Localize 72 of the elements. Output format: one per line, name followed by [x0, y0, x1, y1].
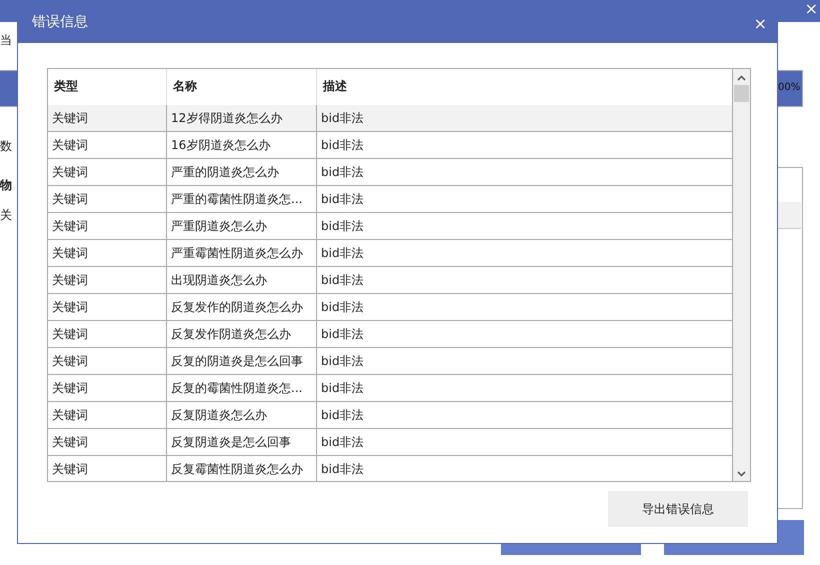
table-row[interactable]: 关键词 12岁得阴道炎怎么办 bid非法 [48, 105, 732, 132]
table-row[interactable]: 关键词 16岁阴道炎怎么办 bid非法 [48, 132, 732, 159]
table-row[interactable]: 关键词 严重阴道炎怎么办 bid非法 [48, 213, 732, 240]
table-cell: 12岁得阴道炎怎么办 [167, 105, 317, 131]
table-cell: 关键词 [48, 213, 167, 239]
table-row[interactable]: 关键词 反复发作阴道炎怎么办 bid非法 [48, 321, 732, 348]
column-header: 名称 [167, 69, 317, 104]
table-row[interactable]: 关键词 严重的阴道炎怎么办 bid非法 [48, 159, 732, 186]
close-button[interactable]: × [754, 15, 767, 33]
table-cell: 关键词 [48, 267, 167, 293]
table-row[interactable]: 关键词 严重霉菌性阴道炎怎么办 bid非法 [48, 240, 732, 267]
table-cell: 反复阴道炎是怎么回事 [167, 429, 317, 455]
table-cell: 关键词 [48, 240, 167, 266]
table-cell: 关键词 [48, 159, 167, 185]
table-row[interactable]: 关键词 反复阴道炎怎么办 bid非法 [48, 402, 732, 429]
table-cell-text: bid非法 [320, 191, 365, 208]
table-row[interactable]: 关键词 反复阴道炎是怎么回事 bid非法 [48, 429, 732, 456]
table-cell-text: bid非法 [320, 353, 365, 370]
table-cell: 反复发作阴道炎怎么办 [167, 321, 317, 347]
table-cell: 严重霉菌性阴道炎怎么办 [167, 240, 317, 266]
table-cell-text: bid非法 [320, 272, 365, 289]
column-header: 类型 [48, 69, 167, 104]
table-cell: 关键词 [48, 456, 167, 481]
table-cell: 关键词 [48, 294, 167, 320]
table-cell: 反复的阴道炎是怎么回事 [167, 348, 317, 374]
scroll-up-icon[interactable] [737, 75, 746, 81]
close-button[interactable]: × [804, 0, 818, 18]
table-cell: 关键词 [48, 321, 167, 347]
table-row[interactable]: 关键词 反复的霉菌性阴道炎怎... bid非法 [48, 375, 732, 402]
table-cell-text: bid非法 [320, 326, 365, 343]
table-row [777, 202, 801, 229]
table-cell: 关键词 [48, 105, 167, 131]
progress-text: 00% [778, 81, 800, 94]
table-cell: 关键词 [48, 402, 167, 428]
table-cell: 16岁阴道炎怎么办 [167, 132, 317, 158]
table-cell: 反复发作的阴道炎怎么办 [167, 294, 317, 320]
dialog-title: 错误信息 [32, 13, 88, 31]
export-button[interactable]: 导出错误信息 [608, 491, 748, 527]
table-cell: 出现阴道炎怎么办 [167, 267, 317, 293]
scroll-thumb[interactable] [734, 85, 749, 102]
table-row[interactable]: 关键词 严重的霉菌性阴道炎怎... bid非法 [48, 186, 732, 213]
table-cell: 反复霉菌性阴道炎怎么办 [167, 456, 317, 481]
table-cell-text: bid非法 [320, 380, 365, 397]
table-cell-text: bid非法 [320, 461, 365, 478]
table-cell-text: bid非法 [320, 164, 365, 181]
label: 关 [0, 208, 12, 222]
label: 物 [0, 178, 12, 192]
table-cell-text: bid非法 [320, 137, 365, 154]
table-cell: 严重阴道炎怎么办 [167, 213, 317, 239]
table-cell-text: bid非法 [320, 434, 365, 451]
table-cell-text: bid非法 [320, 299, 365, 316]
table-cell: 反复阴道炎怎么办 [167, 402, 317, 428]
table-cell: 关键词 [48, 132, 167, 158]
table-cell: 严重的阴道炎怎么办 [167, 159, 317, 185]
table-cell: 反复的霉菌性阴道炎怎... [167, 375, 317, 401]
table-cell: 严重的霉菌性阴道炎怎... [167, 186, 317, 212]
table-cell: 关键词 [48, 375, 167, 401]
table-cell-text: bid非法 [320, 245, 365, 262]
scroll-down-icon[interactable] [737, 471, 746, 477]
column-header: 描述 [322, 78, 348, 95]
table-cell: 关键词 [48, 186, 167, 212]
table-cell: 关键词 [48, 348, 167, 374]
table-row[interactable]: 关键词 反复发作的阴道炎怎么办 bid非法 [48, 294, 732, 321]
table-cell-text: bid非法 [320, 110, 365, 127]
table-cell-text: bid非法 [320, 407, 365, 424]
table-cell-text: bid非法 [320, 218, 365, 235]
label: 数 [0, 139, 12, 153]
table-row[interactable]: 关键词 反复的阴道炎是怎么回事 bid非法 [48, 348, 732, 375]
scrollbar[interactable] [732, 69, 750, 481]
table-row[interactable]: 关键词 出现阴道炎怎么办 bid非法 [48, 267, 732, 294]
label: 当 [0, 33, 12, 47]
table-cell: 关键词 [48, 429, 167, 455]
